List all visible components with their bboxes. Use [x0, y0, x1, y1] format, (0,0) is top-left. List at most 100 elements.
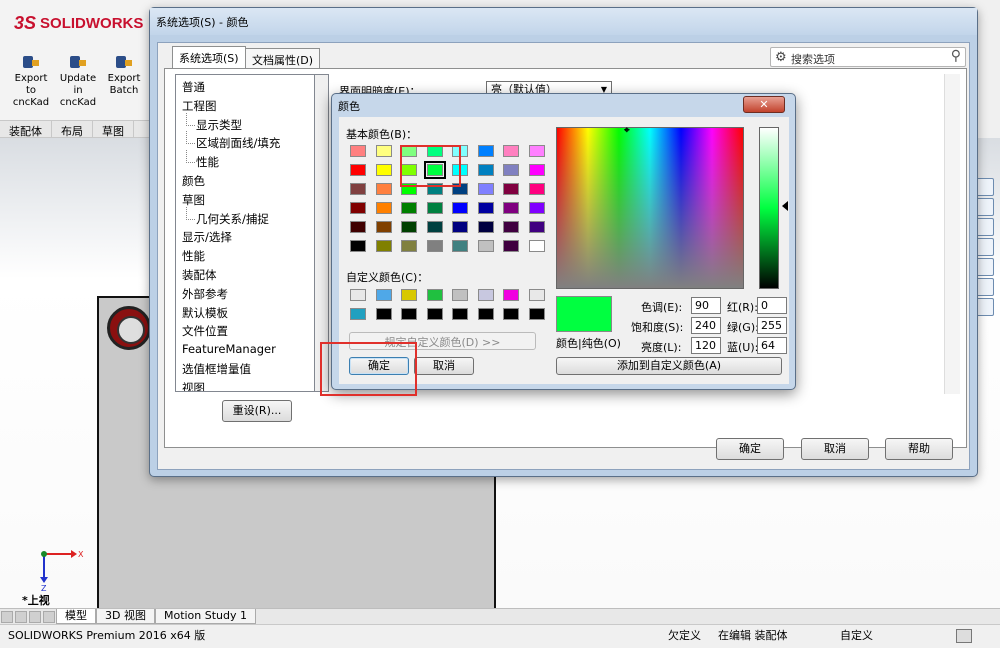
basic-color-swatch[interactable]	[503, 240, 519, 252]
basic-color-swatch[interactable]	[477, 145, 494, 157]
tab-3d-view[interactable]: 3D 视图	[96, 609, 155, 624]
tree-item[interactable]: 视图	[182, 380, 205, 391]
basic-color-swatch[interactable]	[528, 183, 545, 195]
help-button[interactable]: 帮助	[885, 438, 953, 460]
hue-input[interactable]: 90	[691, 297, 721, 314]
basic-color-swatch[interactable]	[350, 145, 366, 157]
custom-color-swatch[interactable]	[375, 289, 392, 301]
search-icon[interactable]: ⚲	[951, 48, 961, 64]
close-icon[interactable]: ✕	[743, 96, 785, 113]
tree-item[interactable]: 显示类型	[186, 112, 242, 133]
basic-color-swatch[interactable]	[528, 164, 545, 176]
basic-color-swatch[interactable]	[477, 221, 494, 233]
basic-color-swatch[interactable]	[401, 202, 417, 214]
basic-color-swatch[interactable]	[503, 221, 519, 233]
custom-color-swatch[interactable]	[426, 308, 443, 320]
basic-color-swatch[interactable]	[375, 183, 392, 195]
tree-item[interactable]: 外部参考	[182, 286, 228, 302]
add-to-custom-colors-button[interactable]: 添加到自定义颜色(A)	[556, 357, 782, 375]
red-input[interactable]: 0	[757, 297, 787, 314]
cancel-button[interactable]: 取消	[801, 438, 869, 460]
appearances-icon[interactable]	[976, 278, 994, 296]
color-cancel-button[interactable]: 取消	[414, 357, 474, 375]
custom-color-swatch[interactable]	[375, 308, 392, 320]
basic-color-swatch[interactable]	[503, 183, 519, 195]
tab-assembly[interactable]: 装配体	[0, 121, 52, 138]
basic-color-swatch[interactable]	[452, 240, 468, 252]
tab-layout[interactable]: 布局	[52, 121, 93, 138]
tree-item[interactable]: 普通	[182, 79, 205, 95]
basic-color-swatch[interactable]	[375, 221, 392, 233]
basic-color-swatch[interactable]	[503, 145, 519, 157]
tab-model[interactable]: 模型	[56, 609, 96, 624]
basic-color-swatch[interactable]	[528, 221, 545, 233]
next-tab-arrow-icon[interactable]	[29, 610, 41, 623]
basic-color-swatch[interactable]	[375, 202, 392, 214]
view-palette-icon[interactable]	[976, 258, 994, 276]
basic-color-swatch[interactable]	[375, 164, 392, 176]
basic-color-swatch[interactable]	[528, 145, 545, 157]
update-in-cnckad-button[interactable]: Update in cncKad	[57, 54, 99, 114]
status-custom[interactable]: 自定义	[840, 625, 873, 647]
tab-motion-study[interactable]: Motion Study 1	[154, 609, 257, 624]
tab-system-options[interactable]: 系统选项(S)	[172, 46, 246, 68]
custom-color-swatch[interactable]	[528, 308, 545, 320]
tab-document-properties[interactable]: 文档属性(D)	[245, 48, 321, 68]
tree-item[interactable]: 文件位置	[182, 323, 228, 339]
blue-input[interactable]: 64	[757, 337, 787, 354]
prev-tab-arrow-icon[interactable]	[15, 610, 27, 623]
basic-color-swatch[interactable]	[426, 202, 443, 214]
tree-item[interactable]: FeatureManager	[182, 342, 276, 356]
basic-color-swatch[interactable]	[350, 240, 366, 252]
basic-color-swatch[interactable]	[477, 240, 494, 252]
basic-color-swatch[interactable]	[503, 202, 519, 214]
export-to-cnckad-button[interactable]: Export to cncKad	[10, 54, 52, 114]
basic-color-swatch[interactable]	[426, 221, 443, 233]
basic-color-swatch[interactable]	[350, 202, 366, 214]
tree-item[interactable]: 选值框增量值	[182, 361, 251, 377]
custom-color-swatch[interactable]	[503, 308, 519, 320]
basic-color-swatch[interactable]	[452, 202, 468, 214]
tree-item[interactable]: 几何关系/捕捉	[186, 206, 269, 227]
home-icon[interactable]	[976, 178, 994, 196]
custom-color-swatch[interactable]	[503, 289, 519, 301]
luminance-input[interactable]: 120	[691, 337, 721, 354]
custom-color-swatch[interactable]	[350, 289, 366, 301]
custom-color-swatch[interactable]	[350, 308, 366, 320]
last-tab-arrow-icon[interactable]	[43, 610, 55, 623]
basic-color-swatch[interactable]	[426, 240, 443, 252]
basic-color-swatch[interactable]	[528, 240, 545, 252]
custom-color-swatch[interactable]	[528, 289, 545, 301]
export-batch-button[interactable]: Export Batch	[103, 54, 145, 114]
luminance-bar[interactable]	[759, 127, 779, 289]
resources-icon[interactable]	[976, 198, 994, 216]
saturation-input[interactable]: 240	[691, 317, 721, 334]
custom-color-swatch[interactable]	[426, 289, 443, 301]
tree-item[interactable]: 默认模板	[182, 305, 228, 321]
basic-color-swatch[interactable]	[401, 221, 417, 233]
basic-color-swatch[interactable]	[503, 164, 519, 176]
custom-color-swatch[interactable]	[477, 289, 494, 301]
rebuild-icon[interactable]	[956, 629, 972, 643]
color-spectrum[interactable]	[556, 127, 744, 289]
custom-color-swatch[interactable]	[452, 308, 468, 320]
search-options-input[interactable]: ⚙ 搜索选项 ⚲	[770, 47, 966, 67]
tree-item[interactable]: 性能	[186, 150, 219, 170]
basic-color-swatch[interactable]	[477, 202, 494, 214]
basic-color-swatch[interactable]	[477, 164, 494, 176]
basic-color-swatch[interactable]	[375, 240, 392, 252]
basic-color-swatch[interactable]	[401, 240, 417, 252]
tab-sketch[interactable]: 草图	[93, 121, 134, 138]
custom-color-swatch[interactable]	[477, 308, 494, 320]
green-input[interactable]: 255	[757, 317, 787, 334]
basic-color-swatch[interactable]	[350, 183, 366, 195]
tree-item[interactable]: 草图	[182, 192, 205, 208]
panel-scrollbar[interactable]	[944, 74, 960, 394]
dialog-titlebar[interactable]	[150, 8, 977, 35]
tree-item[interactable]: 显示/选择	[182, 229, 232, 245]
custom-color-swatch[interactable]	[401, 308, 417, 320]
model-hole[interactable]	[107, 306, 151, 350]
basic-color-swatch[interactable]	[477, 183, 494, 195]
tree-item[interactable]: 区域剖面线/填充	[185, 131, 280, 151]
first-tab-arrow-icon[interactable]	[1, 610, 13, 623]
